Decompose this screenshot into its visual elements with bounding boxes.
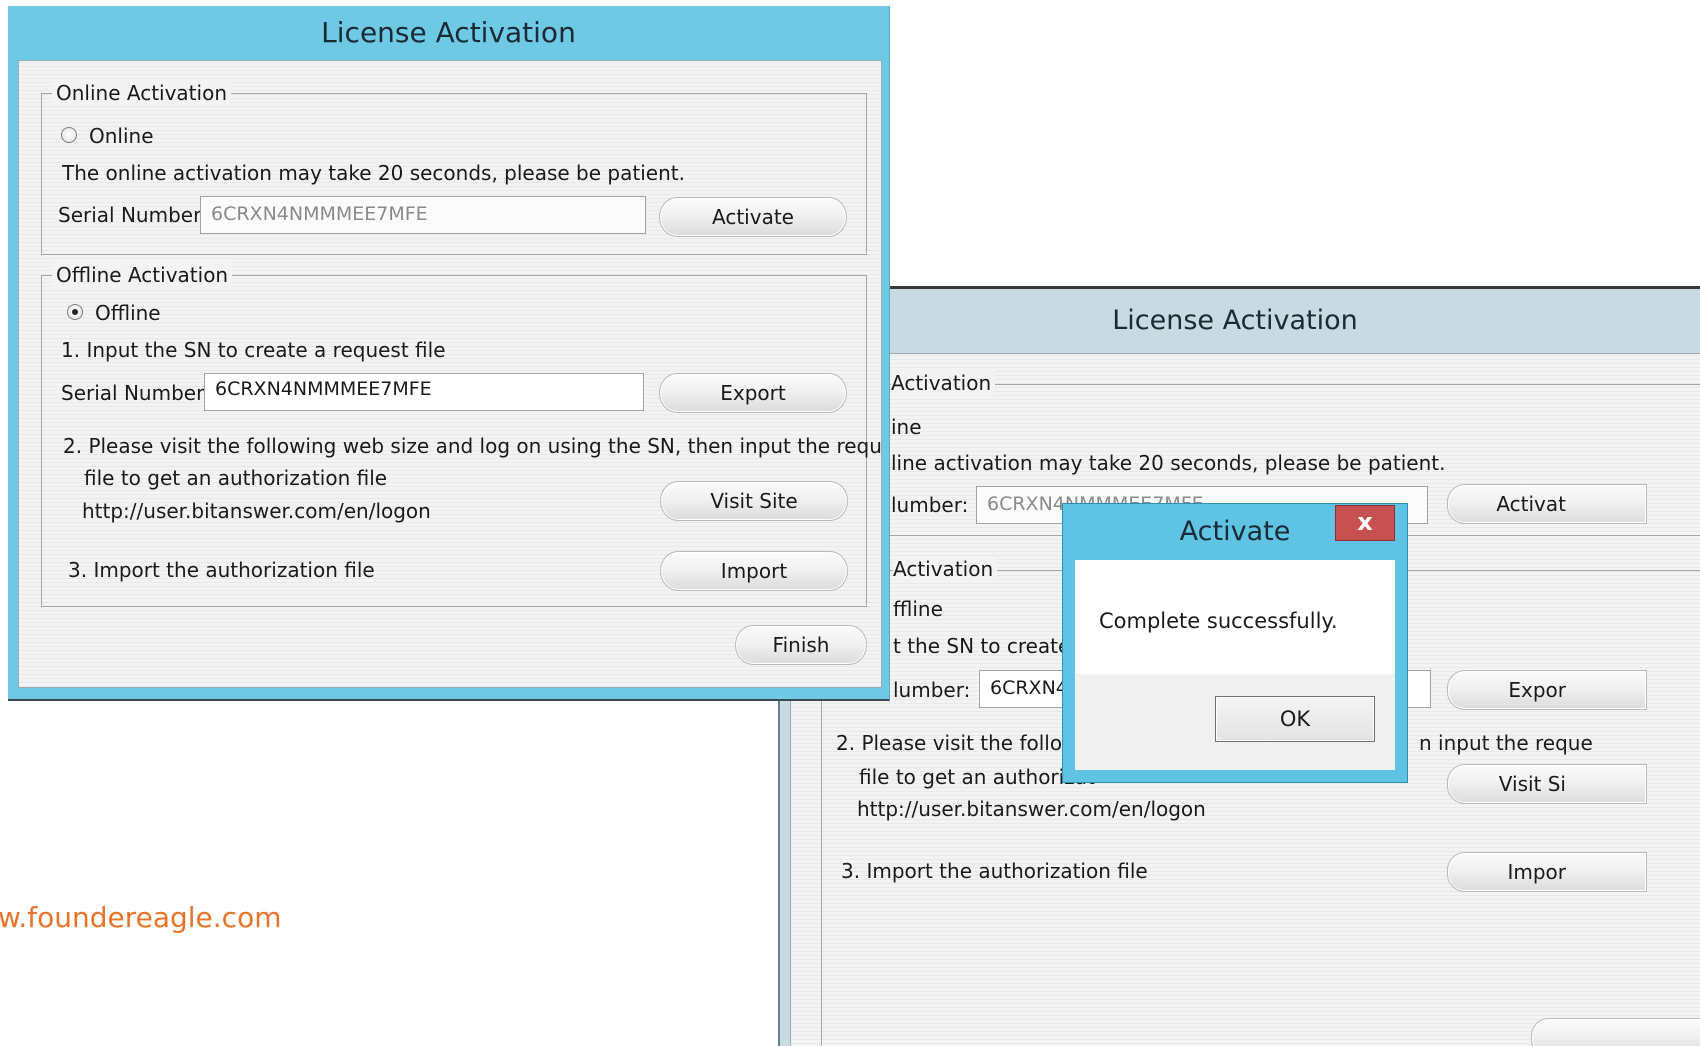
- import-button[interactable]: Impor: [1447, 852, 1647, 892]
- online-serial-input[interactable]: 6CRXN4NMMMEE7MFE: [200, 196, 646, 234]
- visit-site-button[interactable]: Visit Site: [660, 481, 848, 521]
- offline-step2-line2: file to get an authorization file: [84, 466, 388, 490]
- dialog-footer: OK: [1075, 674, 1395, 770]
- finish-button[interactable]: Finish: [735, 625, 867, 665]
- offline-step2-start: 2. Please visit the followin: [836, 731, 1097, 755]
- offline-step2-url: http://user.bitanswer.com/en/logon: [857, 797, 1206, 821]
- offline-step3: 3. Import the authorization file: [68, 558, 375, 582]
- activate-dialog: Activate x Complete successfully. OK: [1062, 503, 1408, 783]
- offline-serial-label: lumber:: [893, 678, 971, 702]
- online-note: line activation may take 20 seconds, ple…: [891, 451, 1446, 475]
- offline-step2-url: http://user.bitanswer.com/en/logon: [82, 499, 431, 523]
- online-note: The online activation may take 20 second…: [62, 161, 685, 185]
- offline-step2-line1: 2. Please visit the following web size a…: [63, 434, 882, 458]
- offline-serial-input[interactable]: 6CRXN4NMMMEE7MFE: [204, 373, 644, 411]
- import-button[interactable]: Import: [660, 551, 848, 591]
- dialog-message: Complete successfully.: [1099, 609, 1338, 633]
- offline-step1: 1. Input the SN to create a request file: [61, 338, 446, 362]
- activate-button[interactable]: Activat: [1447, 484, 1647, 524]
- online-group-legend: Online Activation: [52, 80, 231, 106]
- serial-number-label: lumber:: [891, 493, 969, 517]
- ok-button[interactable]: OK: [1215, 696, 1375, 742]
- offline-radio[interactable]: [67, 304, 83, 320]
- offline-step2-end: n input the reque: [1419, 731, 1593, 755]
- offline-step2-line2: file to get an authorizat: [859, 765, 1095, 789]
- offline-serial-label: Serial Number:: [61, 381, 211, 405]
- license-window-front: License Activation Online Activation Onl…: [8, 6, 890, 701]
- window-client: Online Activation Online The online acti…: [18, 60, 882, 688]
- export-button[interactable]: Export: [659, 373, 847, 413]
- offline-radio-label[interactable]: Offline: [95, 300, 161, 326]
- export-button[interactable]: Expor: [1447, 670, 1647, 710]
- online-radio-label[interactable]: ine: [891, 414, 922, 440]
- online-group-legend: Activation: [891, 370, 996, 396]
- online-radio[interactable]: [61, 127, 77, 143]
- offline-radio-label[interactable]: ffline: [893, 596, 943, 622]
- visit-site-button[interactable]: Visit Si: [1447, 764, 1647, 804]
- online-radio-label[interactable]: Online: [89, 123, 154, 149]
- activate-button[interactable]: Activate: [659, 197, 847, 237]
- close-icon[interactable]: x: [1335, 505, 1395, 541]
- online-serial-label: Serial Number:: [58, 203, 208, 227]
- window-title: License Activation: [321, 16, 576, 49]
- offline-step3: 3. Import the authorization file: [841, 859, 1148, 883]
- offline-group-legend: Activation: [893, 556, 998, 582]
- finish-button-partial[interactable]: [1531, 1018, 1700, 1046]
- offline-group-legend: Offline Activation: [52, 262, 233, 288]
- dialog-body: Complete successfully. OK: [1075, 560, 1395, 770]
- watermark-url: w.foundereagle.com: [0, 901, 282, 934]
- window-title: License Activation: [1112, 305, 1358, 336]
